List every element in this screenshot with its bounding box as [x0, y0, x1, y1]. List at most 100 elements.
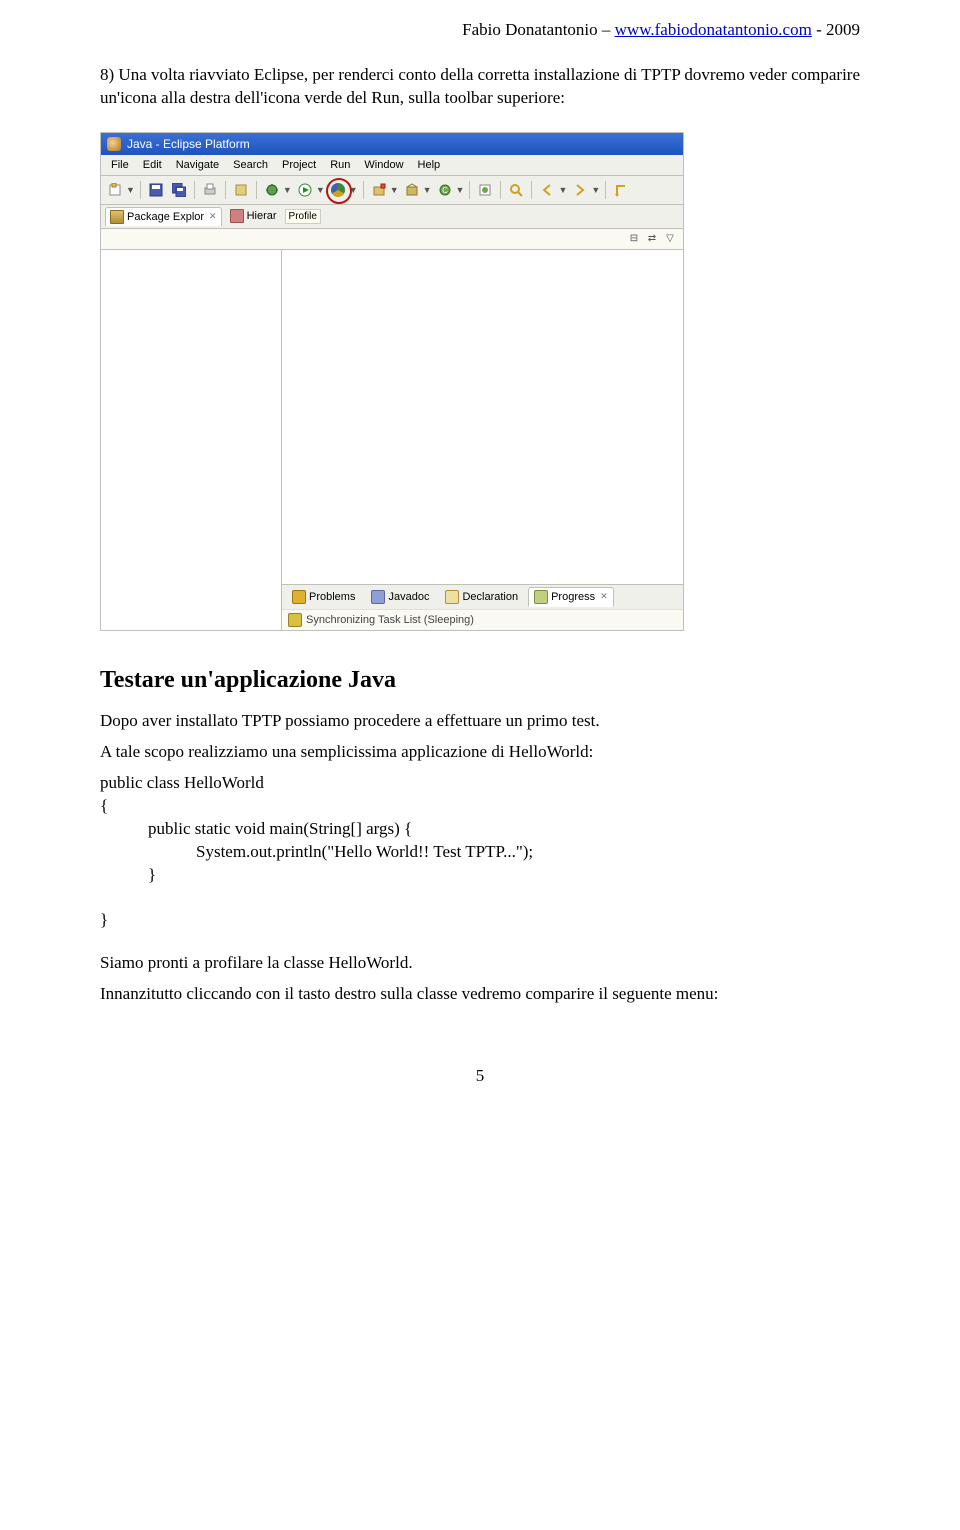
- toolbar-separator: [469, 181, 470, 199]
- toolbar-separator: [605, 181, 606, 199]
- caret-down-icon[interactable]: ▼: [126, 185, 135, 195]
- toolbar-separator: [225, 181, 226, 199]
- toolbar-separator: [500, 181, 501, 199]
- header-year: - 2009: [812, 20, 860, 39]
- caret-down-icon[interactable]: ▼: [591, 185, 600, 195]
- view-menu-icon[interactable]: ▽: [663, 232, 677, 246]
- code-block: public class HelloWorld { public static …: [100, 772, 860, 933]
- hierarchy-tab[interactable]: Hierar: [226, 207, 281, 225]
- status-text: Synchronizing Task List (Sleeping): [306, 614, 474, 626]
- window-titlebar: Java - Eclipse Platform: [101, 133, 683, 155]
- caret-down-icon[interactable]: ▼: [316, 185, 325, 195]
- caret-down-icon[interactable]: ▼: [456, 185, 465, 195]
- build-icon[interactable]: [231, 180, 251, 200]
- new-class-icon[interactable]: C: [435, 180, 455, 200]
- toolbar-separator: [531, 181, 532, 199]
- paragraph-after-install: Dopo aver installato TPTP possiamo proce…: [100, 710, 860, 733]
- declaration-tab[interactable]: Declaration: [439, 587, 524, 607]
- save-all-icon[interactable]: [169, 180, 189, 200]
- package-explorer-pane[interactable]: [101, 250, 282, 630]
- menu-file[interactable]: File: [105, 157, 135, 173]
- menu-navigate[interactable]: Navigate: [170, 157, 225, 173]
- collapse-all-icon[interactable]: ⊟: [627, 232, 641, 246]
- tab-label: Package Explor: [127, 211, 204, 223]
- header-link[interactable]: www.fabiodonatantonio.com: [615, 20, 812, 39]
- menu-run[interactable]: Run: [324, 157, 356, 173]
- view-toolbar: ⊟ ⇄ ▽: [101, 229, 683, 250]
- page-header: Fabio Donatantonio – www.fabiodonatanton…: [100, 20, 860, 40]
- progress-status-line: Synchronizing Task List (Sleeping): [282, 609, 683, 630]
- annotation-next-icon[interactable]: [570, 180, 590, 200]
- caret-down-icon[interactable]: ▼: [558, 185, 567, 195]
- tab-label: Progress: [551, 591, 595, 603]
- main-toolbar: ▼ ▼ ▼: [101, 176, 683, 205]
- close-icon[interactable]: ✕: [600, 591, 608, 602]
- code-line: }: [100, 865, 156, 884]
- paragraph-step8: 8) Una volta riavviato Eclipse, per rend…: [100, 64, 860, 110]
- problems-tab[interactable]: Problems: [286, 587, 361, 607]
- eclipse-screenshot: Java - Eclipse Platform File Edit Naviga…: [100, 132, 684, 631]
- code-line: public static void main(String[] args) {: [100, 819, 412, 838]
- print-icon[interactable]: [200, 180, 220, 200]
- javadoc-tab[interactable]: Javadoc: [365, 587, 435, 607]
- menu-edit[interactable]: Edit: [137, 157, 168, 173]
- javadoc-icon: [371, 590, 385, 604]
- tab-label: Javadoc: [388, 591, 429, 603]
- toolbar-separator: [256, 181, 257, 199]
- progress-tab[interactable]: Progress ✕: [528, 587, 614, 607]
- paragraph-rightclick: Innanzitutto cliccando con il tasto dest…: [100, 983, 860, 1006]
- new-java-project-icon[interactable]: [369, 180, 389, 200]
- code-line: {: [100, 796, 108, 815]
- view-tabs-row: Package Explor ✕ Hierar Profile: [101, 205, 683, 229]
- tooltip-text: Profile: [289, 211, 317, 222]
- progress-icon: [534, 590, 548, 604]
- toolbar-separator: [140, 181, 141, 199]
- tab-label: Declaration: [462, 591, 518, 603]
- declaration-icon: [445, 590, 459, 604]
- menu-window[interactable]: Window: [358, 157, 409, 173]
- task-icon: [288, 613, 302, 627]
- package-explorer-tab[interactable]: Package Explor ✕: [105, 207, 222, 226]
- hierarchy-icon: [230, 209, 244, 223]
- close-icon[interactable]: ✕: [209, 211, 217, 222]
- menubar[interactable]: File Edit Navigate Search Project Run Wi…: [101, 155, 683, 176]
- problems-icon: [292, 590, 306, 604]
- svg-text:C: C: [442, 186, 448, 195]
- search-icon[interactable]: [506, 180, 526, 200]
- save-icon[interactable]: [146, 180, 166, 200]
- link-editor-icon[interactable]: ⇄: [645, 232, 659, 246]
- new-package-icon[interactable]: [402, 180, 422, 200]
- code-line: }: [100, 910, 108, 929]
- paragraph-helloworld-intro: A tale scopo realizziamo una semplicissi…: [100, 741, 860, 764]
- editor-area: Problems Javadoc Declaration Progress ✕: [101, 250, 683, 630]
- package-explorer-icon: [110, 210, 124, 224]
- code-line: System.out.println("Hello World!! Test T…: [100, 842, 533, 861]
- debug-button-icon[interactable]: [262, 180, 282, 200]
- header-author: Fabio Donatantonio –: [462, 20, 615, 39]
- profile-tooltip: Profile: [285, 209, 321, 224]
- annotation-prev-icon[interactable]: [537, 180, 557, 200]
- menu-search[interactable]: Search: [227, 157, 274, 173]
- profile-button-icon[interactable]: [328, 180, 348, 200]
- caret-down-icon[interactable]: ▼: [423, 185, 432, 195]
- section-heading: Testare un'applicazione Java: [100, 667, 860, 694]
- window-title: Java - Eclipse Platform: [127, 137, 250, 151]
- last-edit-icon[interactable]: [611, 180, 631, 200]
- paragraph-ready: Siamo pronti a profilare la classe Hello…: [100, 952, 860, 975]
- toolbar-separator: [194, 181, 195, 199]
- code-line: public class HelloWorld: [100, 773, 264, 792]
- bottom-tabs: Problems Javadoc Declaration Progress ✕: [282, 584, 683, 609]
- caret-down-icon[interactable]: ▼: [390, 185, 399, 195]
- editor-pane: Problems Javadoc Declaration Progress ✕: [282, 250, 683, 630]
- tab-label: Hierar: [247, 210, 277, 222]
- run-button-icon[interactable]: [295, 180, 315, 200]
- menu-help[interactable]: Help: [412, 157, 447, 173]
- editor-empty: [282, 250, 683, 584]
- open-type-icon[interactable]: [475, 180, 495, 200]
- tab-label: Problems: [309, 591, 355, 603]
- menu-project[interactable]: Project: [276, 157, 322, 173]
- toolbar-separator: [363, 181, 364, 199]
- highlight-circle-icon: [326, 178, 352, 204]
- new-button-icon[interactable]: [105, 180, 125, 200]
- caret-down-icon[interactable]: ▼: [283, 185, 292, 195]
